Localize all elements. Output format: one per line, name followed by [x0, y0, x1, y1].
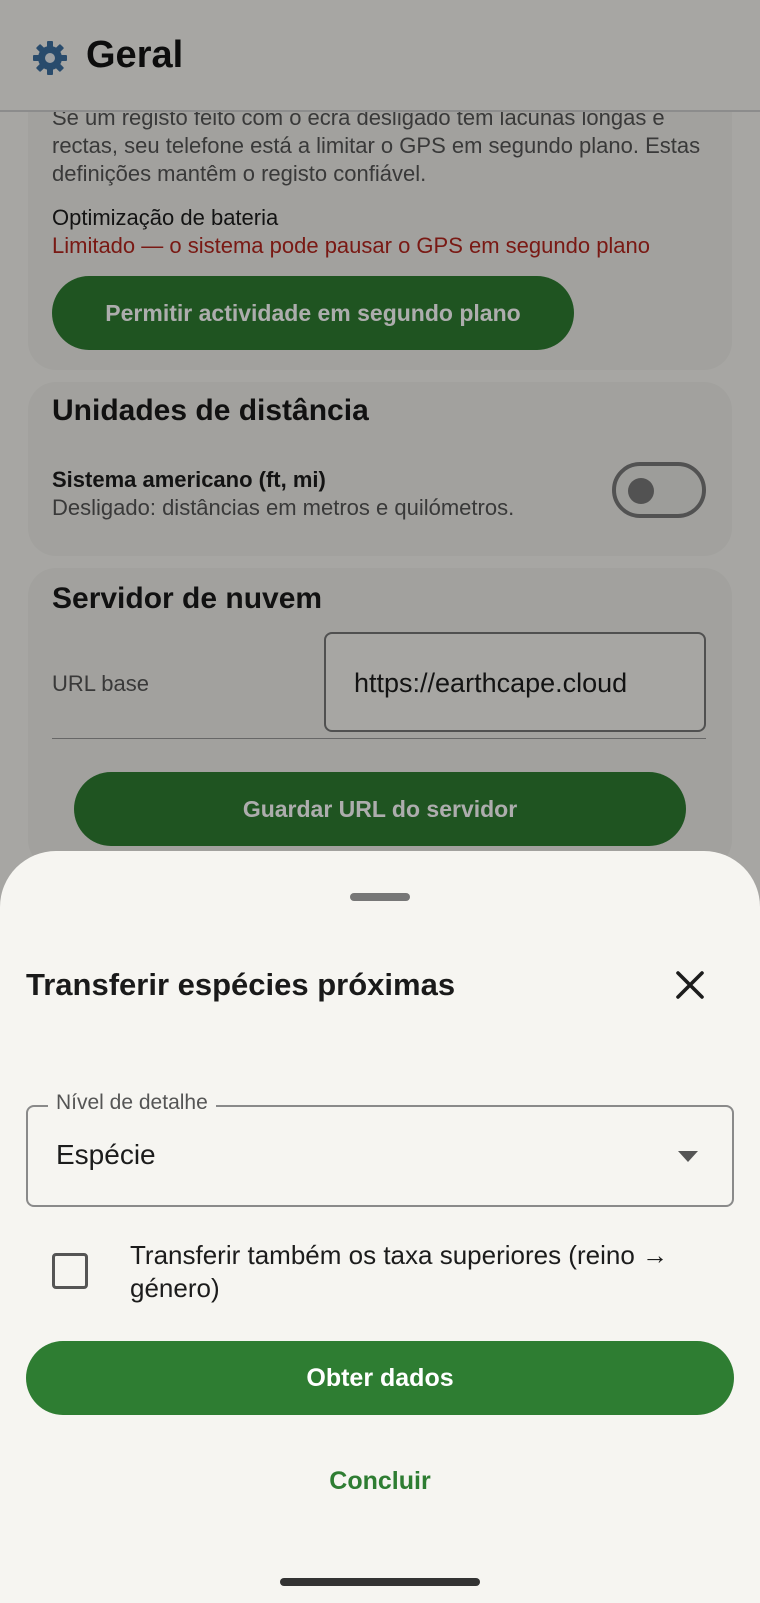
fetch-data-button[interactable]: Obter dados: [26, 1341, 734, 1415]
detail-level-select[interactable]: Nível de detalhe Espécie: [26, 1091, 734, 1207]
home-indicator: [280, 1578, 480, 1586]
detail-level-label: Nível de detalhe: [48, 1091, 216, 1115]
higher-taxa-checkbox[interactable]: [52, 1253, 88, 1289]
higher-taxa-label[interactable]: Transferir também os taxa superiores (re…: [130, 1239, 720, 1305]
close-icon[interactable]: [668, 963, 712, 1007]
drag-handle[interactable]: [350, 893, 410, 901]
detail-level-value: Espécie: [56, 1139, 156, 1170]
download-species-sheet: Transferir espécies próximas Nível de de…: [0, 851, 760, 1603]
dropdown-arrow-icon: [678, 1151, 698, 1162]
sheet-title: Transferir espécies próximas: [26, 967, 456, 1002]
done-button[interactable]: Concluir: [280, 1455, 480, 1507]
